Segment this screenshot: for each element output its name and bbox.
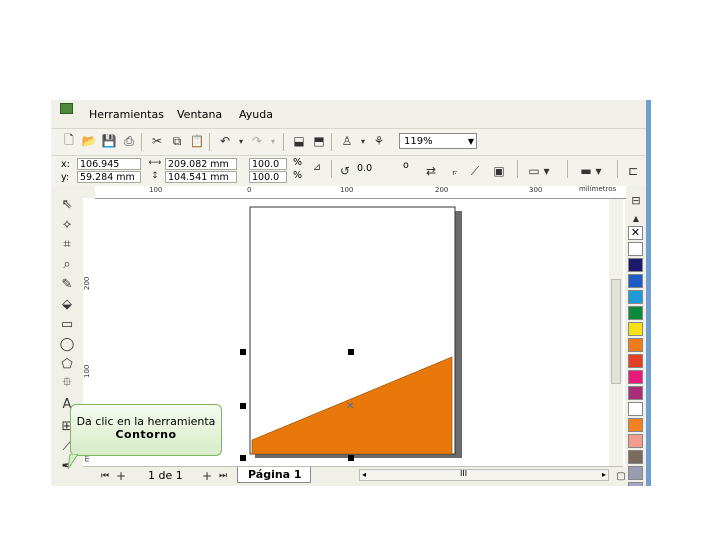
callout-line-2: Contorno	[115, 428, 177, 441]
callout-pointer	[67, 454, 78, 470]
tutorial-callout: Da clic en la herramienta Contorno	[70, 404, 222, 456]
selection-handle[interactable]	[240, 349, 246, 355]
callout-line-1: Da clic en la herramienta	[76, 415, 216, 428]
selection-handle[interactable]	[348, 455, 354, 461]
center-marker-icon: ✕	[346, 401, 354, 412]
drawing-layer: ✕	[240, 206, 462, 461]
selection-handle[interactable]	[240, 455, 246, 461]
selection-handle[interactable]	[240, 403, 246, 409]
selection-handle[interactable]	[348, 349, 354, 355]
